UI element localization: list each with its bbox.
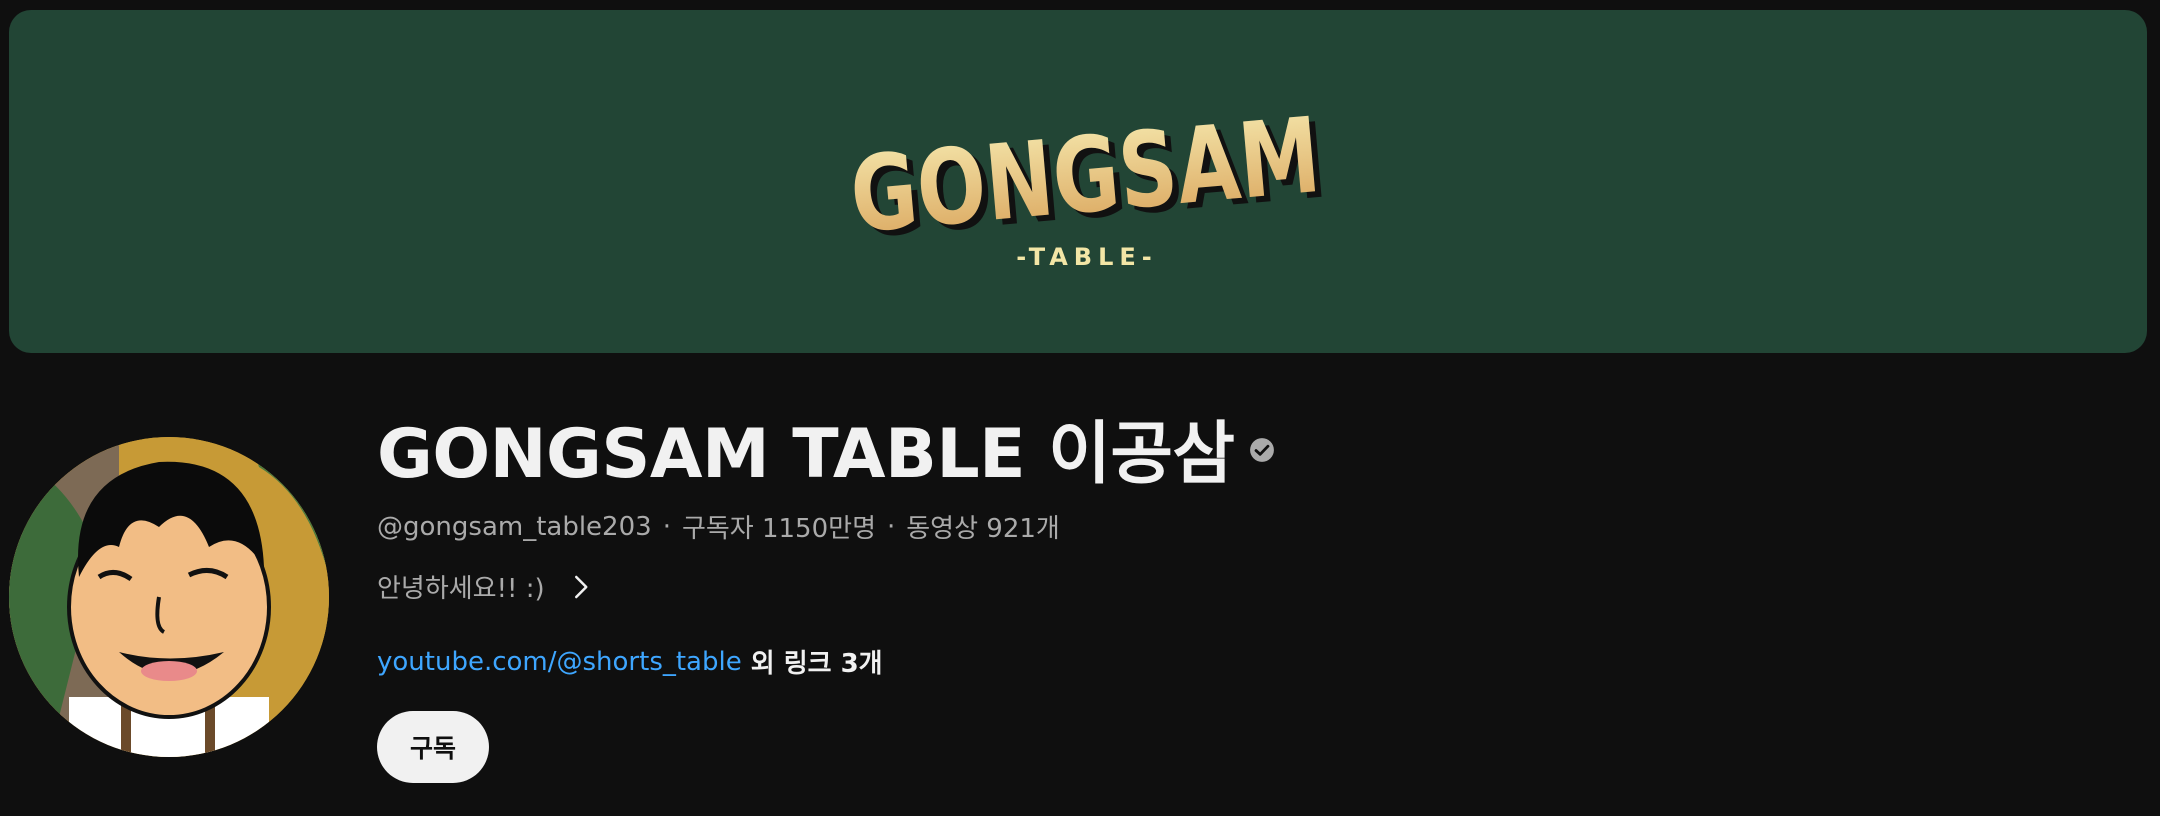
channel-logo: GONGSAM GONGSAM -TABLE- [846, 105, 1331, 271]
subscriber-count: 구독자 1150만명 [681, 514, 876, 544]
chevron-right-icon[interactable] [565, 572, 595, 602]
logo-text: GONGSAM [846, 105, 1325, 256]
channel-banner: GONGSAM GONGSAM -TABLE- [9, 10, 2147, 353]
description-text: 안녕하세요!! :) [377, 574, 545, 604]
channel-avatar[interactable] [9, 437, 329, 757]
video-count: 동영상 921개 [906, 514, 1060, 544]
channel-description[interactable]: 안녕하세요!! :) [377, 568, 595, 605]
logo-subtext: -TABLE- [1016, 243, 1157, 271]
channel-title-row: GONGSAM TABLE 이공삼 [377, 402, 1275, 494]
meta-separator: · [887, 511, 896, 542]
more-links-button[interactable]: 외 링크 3개 [751, 643, 883, 680]
channel-handle: @gongsam_table203 [377, 511, 652, 542]
primary-link[interactable]: youtube.com/@shorts_table [377, 647, 742, 677]
channel-meta: @gongsam_table203 · 구독자 1150만명 · 동영상 921… [377, 508, 1060, 545]
subscribe-button[interactable]: 구독 [377, 711, 489, 783]
channel-name: GONGSAM TABLE 이공삼 [377, 414, 1235, 494]
meta-separator: · [662, 511, 671, 542]
avatar-illustration [9, 437, 329, 757]
verified-check-icon [1249, 438, 1274, 462]
channel-links: youtube.com/@shorts_table 외 링크 3개 [377, 643, 883, 680]
